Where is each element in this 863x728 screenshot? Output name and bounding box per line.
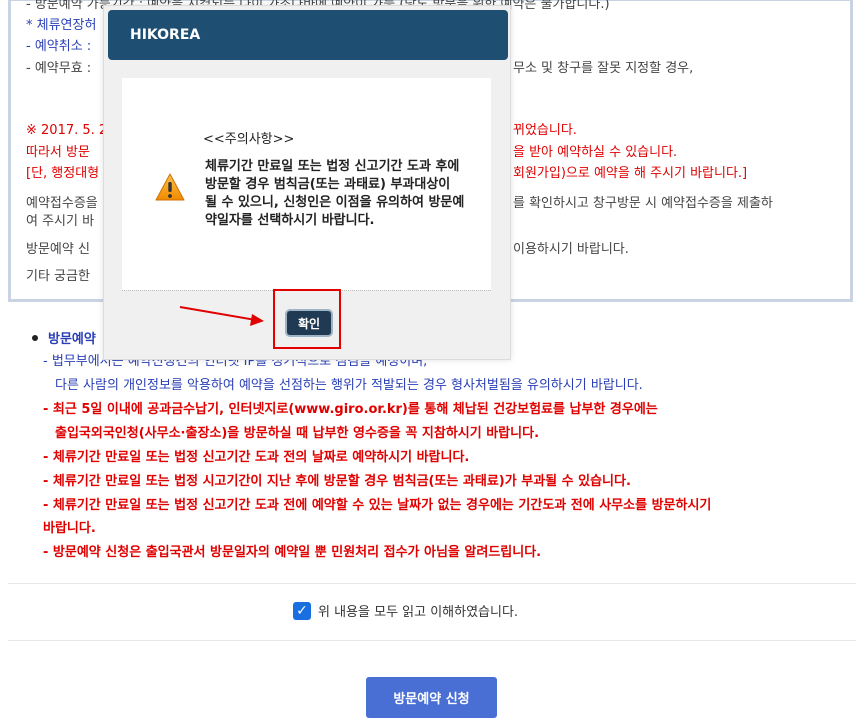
red-notice-3-cont: 회원가입)으로 예약을 해 주시기 바랍니다.] xyxy=(513,166,748,181)
gray-notice-2: 여 주시기 바 xyxy=(26,214,95,229)
notice-line-invalid-cont: 무소 및 창구를 잘못 지정할 경우, xyxy=(513,61,694,76)
red-notice-2-cont: 을 받아 예약하실 수 있습니다. xyxy=(513,145,678,160)
gray-notice-3-cont: 이용하시기 바랍니다. xyxy=(513,242,629,257)
dialog-body: <<주의사항>> 체류기간 만료일 또는 법정 신고기간 도과 후에 방문할 경… xyxy=(122,78,491,290)
apply-visit-button[interactable]: 방문예약 신청 xyxy=(366,677,497,718)
agree-row[interactable]: ✓ 위 내용을 모두 읽고 이해하였습니다. xyxy=(293,601,518,620)
divider xyxy=(8,640,856,641)
alert-dialog: HIKOREA <<주의사항>> 체류기간 만료일 또는 법정 신고기간 도과 … xyxy=(103,5,511,360)
list-item: 출입국외국인청(사무소·출장소)을 방문하실 때 납부한 영수증을 꼭 지참하시… xyxy=(55,426,540,441)
dialog-title: HIKOREA xyxy=(108,10,508,60)
list-item: 다른 사람의 개인정보를 악용하여 예약을 선점하는 행위가 적발되는 경우 형… xyxy=(55,378,643,393)
warning-icon xyxy=(155,173,185,201)
list-item: 바랍니다. xyxy=(43,521,96,536)
notice-line-invalid: - 예약무효 : xyxy=(26,61,92,76)
red-notice-1-cont: 뀌었습니다. xyxy=(513,123,577,138)
gray-notice-1: 예약접수증을 xyxy=(26,196,98,211)
list-item: - 방문예약 신청은 출입국관서 방문일자의 예약일 뿐 민원처리 접수가 아님… xyxy=(43,545,542,560)
notice-line-cancel: - 예약취소 : xyxy=(26,39,92,54)
list-item: - 체류기간 만료일 또는 법정 시고기간이 지난 후에 방문할 경우 범칙금(… xyxy=(43,474,631,489)
confirm-button[interactable]: 확인 xyxy=(287,311,331,335)
list-item: - 체류기간 만료일 또는 법정 신고기간 도과 전에 예약할 수 있는 날짜가… xyxy=(43,498,712,513)
gray-notice-4: 기타 궁금한 xyxy=(26,269,90,284)
list-item: - 최근 5일 이내에 공과금수납기, 인터넷지로(www.giro.or.kr… xyxy=(43,402,658,417)
red-notice-2: 따라서 방문 xyxy=(26,145,90,160)
red-notice-3: [단, 행정대형 xyxy=(26,166,100,181)
arrow-annotation xyxy=(179,306,264,326)
red-notice-1: ※ 2017. 5. 2 xyxy=(26,123,108,138)
divider xyxy=(8,583,856,584)
dialog-heading: <<주의사항>> xyxy=(203,132,295,147)
agree-checkbox[interactable]: ✓ xyxy=(293,601,311,620)
gray-notice-3: 방문예약 신 xyxy=(26,242,90,257)
agree-label[interactable]: 위 내용을 모두 읽고 이해하였습니다. xyxy=(318,601,518,620)
list-item: - 체류기간 만료일 또는 법정 신고기간 도과 전의 날짜로 예약하시기 바랍… xyxy=(43,450,470,465)
notice-line-extension: * 체류연장허 xyxy=(26,18,97,33)
check-icon: ✓ xyxy=(296,602,308,619)
dialog-message: 체류기간 만료일 또는 법정 신고기간 도과 후에 방문할 경우 범칙금(또는 … xyxy=(205,159,465,228)
gray-notice-1-cont: 를 확인하시고 창구방문 시 예약접수증을 제출하 xyxy=(513,196,773,211)
section-title: 방문예약 xyxy=(32,328,96,347)
